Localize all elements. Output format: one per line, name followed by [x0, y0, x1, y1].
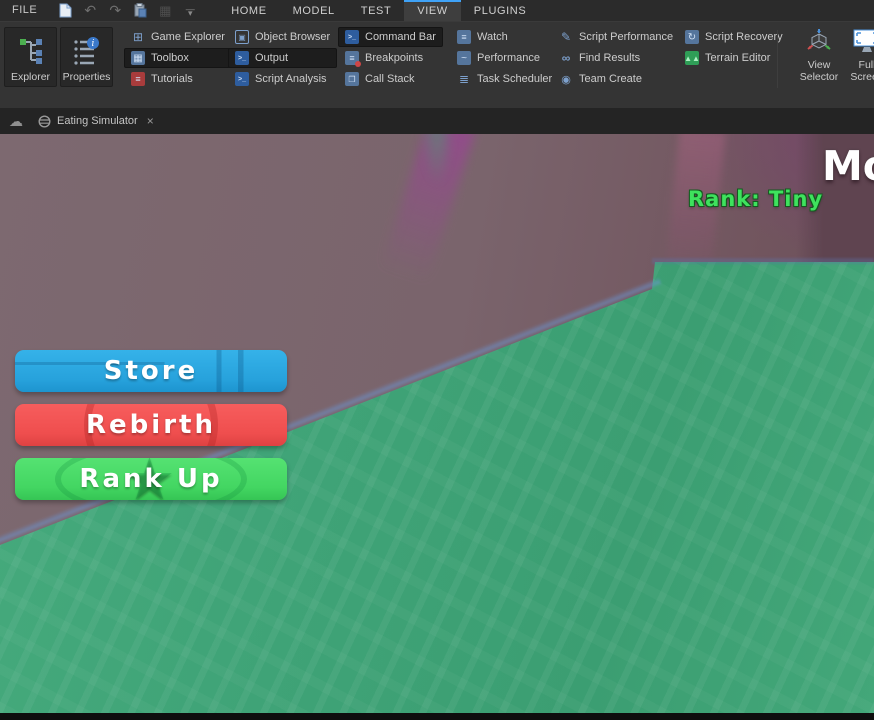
command-bar-item[interactable]: Command Bar [338, 27, 443, 47]
tab-view[interactable]: VIEW [404, 0, 461, 21]
ribbon-group-recovery: Script Recovery Terrain Editor [678, 27, 790, 68]
terrain-editor-item[interactable]: Terrain Editor [678, 48, 790, 68]
object-browser-item[interactable]: Object Browser [228, 27, 337, 47]
tab-close-icon[interactable]: × [147, 114, 154, 128]
full-screen-label: Full Screen [850, 59, 874, 83]
explorer-button[interactable]: Explorer [4, 27, 57, 87]
performance-icon [457, 51, 471, 65]
viewport-green-glow [420, 134, 454, 186]
call-stack-item[interactable]: Call Stack [338, 69, 443, 89]
find-results-icon [559, 51, 573, 65]
full-screen-icon [853, 29, 874, 52]
script-analysis-icon [235, 72, 249, 86]
script-recovery-item[interactable]: Script Recovery [678, 27, 790, 47]
command-bar-icon [345, 30, 359, 44]
ribbon-group-explorer-tools: Game Explorer Toolbox Tutorials [124, 27, 232, 89]
tab-test[interactable]: TEST [348, 0, 405, 21]
watch-item[interactable]: Watch [450, 27, 559, 47]
document-tab-title: Eating Simulator [57, 115, 138, 127]
viewport-bottom-bar [0, 713, 874, 720]
money-hud-text: Mo [822, 142, 874, 190]
tutorials-icon [131, 72, 145, 86]
tutorials-item[interactable]: Tutorials [124, 69, 232, 89]
performance-item[interactable]: Performance [450, 48, 559, 68]
ribbon-group-debug: Command Bar Breakpoints Call Stack [338, 27, 443, 89]
published-place-icon [38, 114, 51, 128]
game-explorer-icon [131, 30, 145, 44]
cloud-icon: ☁ [9, 112, 23, 129]
script-recovery-icon [685, 30, 699, 44]
rank-up-button[interactable]: Rank Up [15, 458, 287, 500]
copy-icon[interactable]: ▦ [157, 3, 173, 19]
terrain-plateau-edge [652, 258, 874, 264]
undo-icon[interactable]: ↶ [82, 2, 98, 19]
menu-bar: FILE ↶ ↷ ▦ — ▾ HOME MODEL TEST VIEW PLUGI… [0, 0, 874, 21]
store-button[interactable]: Store [15, 350, 287, 392]
ribbon-group-results: Script Performance Find Results Team Cre… [552, 27, 680, 89]
ribbon-tab-bar: HOME MODEL TEST VIEW PLUGINS [218, 0, 539, 21]
document-tab-eating-simulator[interactable]: Eating Simulator × [29, 108, 163, 134]
rank-hud-text: Rank: Tiny [688, 187, 824, 211]
breakpoints-icon [345, 51, 361, 67]
output-icon [235, 51, 249, 65]
svg-text:i: i [91, 39, 94, 49]
toolbox-item[interactable]: Toolbox [124, 48, 232, 68]
explorer-button-label: Explorer [10, 71, 51, 83]
game-viewport[interactable]: Mo Rank: Tiny Store Rebirth Rank Up [0, 134, 874, 720]
breakpoints-item[interactable]: Breakpoints [338, 48, 443, 68]
rebirth-button[interactable]: Rebirth [15, 404, 287, 446]
roblox-studio-window: FILE ↶ ↷ ▦ — ▾ HOME MODEL TEST VIEW PLUGI… [0, 0, 874, 720]
terrain-editor-icon [685, 51, 699, 65]
ribbon-group-monitor: Watch Performance Task Scheduler [450, 27, 559, 89]
team-create-icon [559, 72, 573, 86]
file-menu[interactable]: FILE [0, 0, 51, 21]
output-item[interactable]: Output [228, 48, 338, 68]
find-results-item[interactable]: Find Results [552, 48, 680, 68]
quick-access-toolbar: ↶ ↷ ▦ — ▾ [51, 0, 204, 21]
properties-button-label: Properties [62, 71, 111, 83]
watch-icon [457, 30, 471, 44]
new-file-icon[interactable] [57, 3, 73, 19]
script-performance-icon [559, 30, 573, 44]
task-scheduler-item[interactable]: Task Scheduler [450, 69, 559, 89]
view-selector-label: View Selector [799, 59, 839, 83]
tab-home[interactable]: HOME [218, 0, 279, 21]
document-tab-strip: ☁ Eating Simulator × [0, 108, 874, 134]
ribbon-separator [777, 30, 778, 88]
script-analysis-item[interactable]: Script Analysis [228, 69, 337, 89]
call-stack-icon [345, 72, 359, 86]
view-selector-cube-icon [807, 29, 831, 50]
task-scheduler-icon [457, 72, 471, 86]
full-screen-button[interactable]: Full Screen [842, 28, 874, 83]
tab-plugins[interactable]: PLUGINS [461, 0, 540, 21]
customize-caret-icon[interactable]: — ▾ [182, 3, 198, 19]
view-selector-button[interactable]: View Selector [794, 28, 844, 83]
script-performance-item[interactable]: Script Performance [552, 27, 680, 47]
object-browser-icon [235, 30, 249, 44]
paste-icon[interactable] [132, 3, 148, 19]
ribbon-group-browsers: Object Browser Output Script Analysis [228, 27, 338, 89]
properties-list-icon: i [73, 37, 99, 65]
properties-button[interactable]: i Properties [60, 27, 113, 87]
toolbox-icon [131, 51, 145, 65]
redo-icon[interactable]: ↷ [107, 2, 123, 19]
ribbon: Explorer i Properties Game Explorer Tool… [0, 21, 874, 121]
team-create-item[interactable]: Team Create [552, 69, 680, 89]
tab-model[interactable]: MODEL [280, 0, 348, 21]
game-explorer-item[interactable]: Game Explorer [124, 27, 232, 47]
explorer-tree-icon [19, 39, 42, 64]
